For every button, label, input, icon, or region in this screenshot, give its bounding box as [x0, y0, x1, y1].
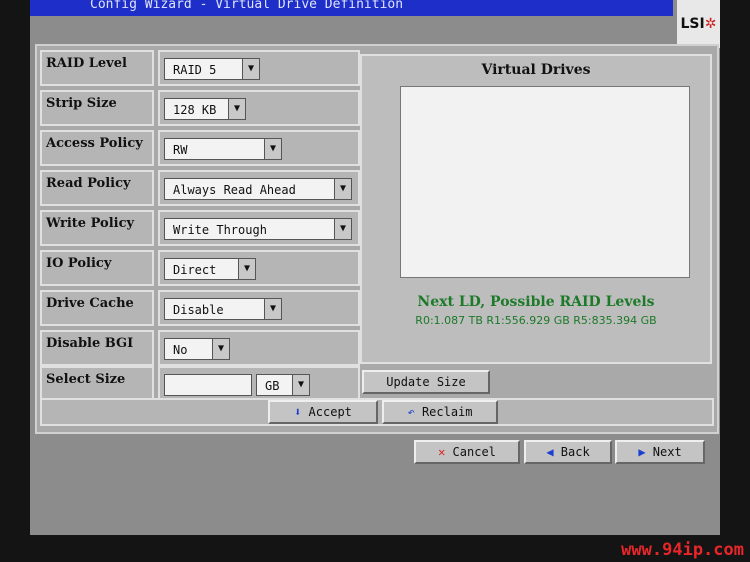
screen: Config Wizard - Virtual Drive Definition… [30, 0, 720, 535]
title-bar: Config Wizard - Virtual Drive Definition [30, 0, 673, 16]
chevron-down-icon: ▼ [334, 219, 351, 239]
field-label: RAID Level [40, 50, 154, 86]
reclaim-button[interactable]: ↶ Reclaim [382, 400, 498, 424]
undo-icon: ↶ [407, 405, 415, 419]
field-row: Strip Size 128 KB ▼ [40, 90, 360, 126]
vd-definition-form: RAID Level RAID 5 ▼ Strip Size 128 KB ▼ Acce… [35, 44, 719, 434]
field-row: IO Policy Direct ▼ [40, 250, 360, 286]
lsi-logo: LSI ✲ [677, 0, 720, 48]
watermark: www.94ip.com [621, 540, 744, 560]
field-select[interactable]: RAID 5 ▼ [164, 58, 260, 80]
field-select[interactable]: No ▼ [164, 338, 230, 360]
chevron-down-icon: ▼ [242, 59, 259, 79]
field-select[interactable]: Direct ▼ [164, 258, 256, 280]
field-label: Disable BGI [40, 330, 154, 366]
arrow-right-icon: ▶ [638, 445, 646, 459]
field-label: Write Policy [40, 210, 154, 246]
field-row: Write Policy Write Through ▼ [40, 210, 360, 246]
field-label: Strip Size [40, 90, 154, 126]
field-row: Drive Cache Disable ▼ [40, 290, 360, 326]
virtual-drives-list[interactable] [400, 86, 690, 278]
arrow-left-icon: ◀ [546, 445, 554, 459]
chevron-down-icon: ▼ [292, 375, 309, 395]
chevron-down-icon: ▼ [264, 299, 281, 319]
chevron-down-icon: ▼ [238, 259, 255, 279]
virtual-drives-title: Virtual Drives [481, 62, 591, 78]
size-input[interactable] [164, 374, 252, 396]
field-label: IO Policy [40, 250, 154, 286]
cancel-button[interactable]: ✕ Cancel [414, 440, 520, 464]
next-button[interactable]: ▶ Next [615, 440, 705, 464]
accept-bar: ⬇ Accept ↶ Reclaim [40, 398, 714, 426]
select-size-row: Select Size GB ▼ [40, 366, 360, 402]
close-icon: ✕ [438, 445, 446, 459]
field-row: RAID Level RAID 5 ▼ [40, 50, 360, 86]
field-select[interactable]: Write Through ▼ [164, 218, 352, 240]
field-select[interactable]: 128 KB ▼ [164, 98, 246, 120]
field-select[interactable]: Disable ▼ [164, 298, 282, 320]
virtual-drives-panel: Virtual Drives Next LD, Possible RAID Le… [360, 54, 712, 364]
field-select[interactable]: Always Read Ahead ▼ [164, 178, 352, 200]
arrow-down-icon: ⬇ [294, 405, 302, 419]
update-size-button[interactable]: Update Size [362, 370, 490, 394]
unit-select[interactable]: GB ▼ [256, 374, 310, 396]
field-label: Select Size [40, 366, 154, 402]
next-ld-title: Next LD, Possible RAID Levels [417, 294, 655, 310]
possible-raid-levels: R0:1.087 TB R1:556.929 GB R5:835.394 GB [415, 314, 657, 327]
chevron-down-icon: ▼ [212, 339, 229, 359]
accept-button[interactable]: ⬇ Accept [268, 400, 378, 424]
field-label: Read Policy [40, 170, 154, 206]
field-row: Read Policy Always Read Ahead ▼ [40, 170, 360, 206]
chevron-down-icon: ▼ [264, 139, 281, 159]
field-select[interactable]: RW ▼ [164, 138, 282, 160]
field-label: Drive Cache [40, 290, 154, 326]
back-button[interactable]: ◀ Back [524, 440, 612, 464]
chevron-down-icon: ▼ [334, 179, 351, 199]
field-label: Access Policy [40, 130, 154, 166]
chevron-down-icon: ▼ [228, 99, 245, 119]
field-row: Disable BGI No ▼ [40, 330, 360, 366]
field-row: Access Policy RW ▼ [40, 130, 360, 166]
